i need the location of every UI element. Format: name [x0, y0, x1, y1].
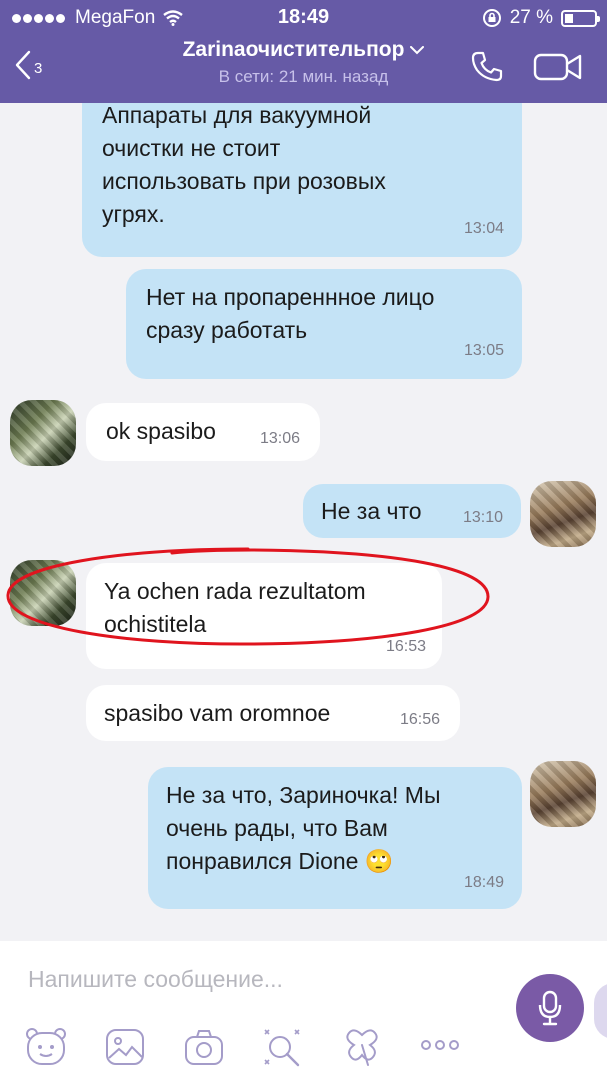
rotation-lock-icon [482, 9, 501, 27]
battery-icon [561, 9, 600, 27]
gallery-icon[interactable] [104, 1027, 146, 1067]
side-panel-handle[interactable] [594, 983, 607, 1039]
camera-icon[interactable] [183, 1027, 225, 1067]
message-input[interactable] [28, 959, 488, 999]
chat-header: MegaFon 18:49 27 % 3 Zarinaочистительпор… [0, 0, 607, 103]
video-call-button[interactable] [532, 52, 584, 87]
microphone-icon [538, 990, 562, 1026]
message-bubble-outgoing[interactable]: Аппараты для вакуумной очистки не стоит … [82, 103, 522, 257]
chevron-down-icon [410, 45, 425, 54]
message-bubble-outgoing[interactable]: Нет на пропареннное лицо сразу работать … [126, 269, 522, 379]
sticker-icon[interactable] [24, 1027, 68, 1067]
video-camera-icon [533, 53, 582, 81]
call-button[interactable] [470, 50, 504, 89]
voice-message-button[interactable] [516, 974, 584, 1042]
composer-panel [0, 941, 607, 1080]
my-avatar[interactable] [530, 761, 596, 827]
message-time: 13:04 [463, 220, 504, 237]
rolling-eyes-emoji: 🙄 [364, 848, 394, 874]
gif-icon[interactable] [342, 1027, 382, 1067]
more-icon[interactable] [420, 1037, 460, 1053]
message-time: 16:56 [399, 711, 440, 728]
doodle-icon[interactable] [262, 1027, 304, 1069]
contact-title[interactable]: Zarinaочистительпор [183, 38, 425, 62]
status-bar: MegaFon 18:49 27 % [0, 0, 607, 34]
contact-name: Zarinaочистительпор [182, 38, 405, 61]
message-bubble-incoming[interactable]: ok spasibo 13:06 [86, 403, 320, 461]
message-time: 13:10 [462, 509, 503, 526]
message-text: Нет на пропареннное лицо сразу работать [146, 284, 435, 343]
message-text: Не за что, Зариночка! Мы очень рады, что… [166, 782, 441, 874]
message-time: 13:05 [463, 342, 504, 359]
message-time: 18:49 [463, 874, 504, 891]
message-list[interactable]: Аппараты для вакуумной очистки не стоит … [0, 103, 607, 941]
contact-avatar[interactable] [10, 400, 76, 466]
message-text: Аппараты для вакуумной очистки не стоит … [102, 103, 386, 227]
annotation-circle [6, 547, 490, 646]
message-bubble-outgoing[interactable]: Не за что 13:10 [303, 484, 521, 538]
phone-icon [471, 51, 503, 82]
presence-status: В сети: 21 мин. назад [218, 67, 389, 86]
message-text: spasibo vam oromnoe [104, 700, 331, 726]
message-bubble-outgoing[interactable]: Не за что, Зариночка! Мы очень рады, что… [148, 767, 522, 909]
my-avatar[interactable] [530, 481, 596, 547]
message-time: 13:06 [259, 430, 300, 447]
message-bubble-incoming[interactable]: spasibo vam oromnoe 16:56 [86, 685, 460, 741]
battery-percent: 27 % [509, 7, 553, 28]
